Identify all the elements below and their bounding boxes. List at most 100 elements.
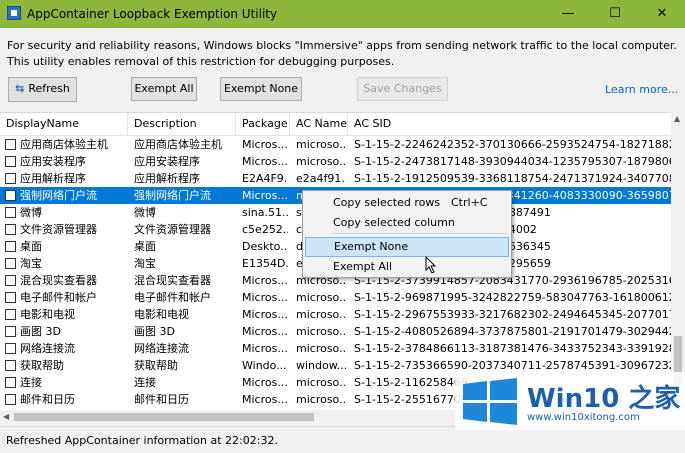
cell-pkg: Micros... [242,138,288,151]
menu-exempt-none[interactable]: Exempt None [305,237,509,257]
watermark: Win10 之家 www.win10xitong.com [455,372,685,430]
table-row[interactable]: 电子邮件和帐户 电子邮件和帐户 Micros... microso... S-1-15-… [0,289,671,306]
minimize-button[interactable]: — [545,0,591,28]
cell-ac: microso... [296,376,346,389]
exempt-none-button[interactable]: Exempt None [220,77,302,101]
row-checkbox[interactable] [5,173,16,184]
scroll-left-icon[interactable]: ◀ [3,412,9,421]
row-checkbox[interactable] [5,343,16,354]
cell-ac: window... [296,359,346,372]
scroll-up-icon[interactable]: ▲ [674,114,680,123]
refresh-button[interactable]: ⇆ Refresh [8,77,77,102]
header-package[interactable]: Package [236,113,290,135]
cell-display: 邮件和日历 [20,393,75,406]
cell-display: 混合现实查看器 [20,274,97,287]
cell-desc: 邮件和日历 [134,393,189,406]
cell-desc: 连接 [134,376,156,389]
header-ac-name[interactable]: AC Name [290,113,348,135]
row-checkbox[interactable] [5,258,16,269]
cell-desc: 电影和电视 [134,308,189,321]
cell-display: 桌面 [20,240,42,253]
row-checkbox[interactable] [5,156,16,167]
status-text: Refreshed AppContainer information at 22… [6,434,278,447]
table-row[interactable]: 应用商店体验主机 应用商店体验主机 Micros... microso... S-1-1… [0,136,671,153]
row-checkbox[interactable] [5,207,16,218]
cell-pkg: Micros... [242,291,288,304]
cell-desc: 网络连接流 [134,342,189,355]
table-row[interactable]: 电影和电视 电影和电视 Micros... microso... S-1-15-2-29… [0,306,671,323]
row-checkbox[interactable] [5,241,16,252]
cell-pkg: E2A4F9... [242,172,288,185]
cell-pkg: Micros... [242,376,288,389]
cell-ac: microso... [296,138,346,151]
header-ac-sid[interactable]: AC SID [348,113,671,135]
cell-pkg: Micros... [242,308,288,321]
cell-pkg: Micros... [242,274,288,287]
windows-logo-icon [463,378,517,425]
mouse-cursor-icon [425,256,437,274]
row-checkbox[interactable] [5,377,16,388]
menu-copy-selected-column[interactable]: Copy selected column [305,213,509,233]
cell-display: 连接 [20,376,42,389]
row-checkbox[interactable] [5,224,16,235]
cell-desc: 文件资源管理器 [134,223,211,236]
exempt-all-button[interactable]: Exempt All [131,77,197,101]
row-checkbox[interactable] [5,139,16,150]
header-displayname[interactable]: DisplayName [0,113,128,135]
menu-copy-selected-rows[interactable]: Copy selected rows Ctrl+C [305,193,509,213]
cell-pkg: Micros... [242,342,288,355]
cell-desc: 获取帮助 [134,359,178,372]
cell-desc: 混合现实查看器 [134,274,211,287]
cell-desc: 桌面 [134,240,156,253]
cell-pkg: sina.51... [242,206,288,219]
cell-pkg: Micros... [242,189,288,202]
cell-desc: 应用解析程序 [134,172,200,185]
status-bar: Refreshed AppContainer information at 22… [0,426,685,453]
cell-display: 画图 3D [20,325,61,338]
cell-ac: microso... [296,393,346,406]
window-title: AppContainer Loopback Exemption Utility [27,7,278,21]
maximize-button[interactable]: ☐ [592,0,638,28]
table-row[interactable]: 应用解析程序 应用解析程序 E2A4F9... e2a4f91... S-1-15-2-… [0,170,671,187]
row-checkbox[interactable] [5,292,16,303]
refresh-label: Refresh [28,82,70,95]
cell-pkg: Micros... [242,325,288,338]
cell-ac: microso... [296,325,346,338]
cell-sid: S-1-15-2-4080526894-3737875801-219170147… [354,325,671,338]
cell-display: 文件资源管理器 [20,223,97,236]
row-checkbox[interactable] [5,190,16,201]
close-button[interactable]: ✕ [639,0,685,28]
header-description[interactable]: Description [128,113,236,135]
cell-ac: microso... [296,342,346,355]
cell-sid: S-1-15-2-2473817148-3930944034-123579530… [354,155,671,168]
learn-more-link[interactable]: Learn more... [605,83,678,96]
menu-copy-rows-label: Copy selected rows [333,196,441,209]
horizontal-scroll-thumb[interactable] [14,413,314,421]
description-text: For security and reliability reasons, Wi… [7,39,677,68]
app-icon [7,6,21,20]
row-checkbox[interactable] [5,360,16,371]
table-row[interactable]: 应用安装程序 应用安装程序 Micros... microso... S-1-15-2-… [0,153,671,170]
context-menu: Copy selected rows Ctrl+C Copy selected … [302,190,512,278]
table-row[interactable]: 网络连接流 网络连接流 Micros... microso... S-1-15-2-37… [0,340,671,357]
cell-pkg: E1354D... [242,257,288,270]
menu-exempt-all[interactable]: Exempt All [305,257,509,277]
grid-header: DisplayName Description Package AC Name … [0,113,671,136]
title-bar: AppContainer Loopback Exemption Utility … [0,0,685,28]
cell-pkg: Micros... [242,155,288,168]
cell-pkg: c5e252... [242,223,288,236]
vertical-scrollbar[interactable]: ▲ ▼ [671,112,685,410]
menu-separator [331,233,507,234]
cell-desc: 微博 [134,206,156,219]
cell-pkg: Micros... [242,393,288,406]
row-checkbox[interactable] [5,326,16,337]
row-checkbox[interactable] [5,394,16,405]
watermark-title: Win10 之家 [527,384,681,414]
row-checkbox[interactable] [5,275,16,286]
save-changes-button[interactable]: Save Changes [357,77,448,101]
row-checkbox[interactable] [5,309,16,320]
cell-display: 应用解析程序 [20,172,86,185]
watermark-url: www.win10xitong.com [527,412,640,423]
cell-desc: 应用安装程序 [134,155,200,168]
table-row[interactable]: 画图 3D 画图 3D Micros... microso... S-1-15-2-40… [0,323,671,340]
